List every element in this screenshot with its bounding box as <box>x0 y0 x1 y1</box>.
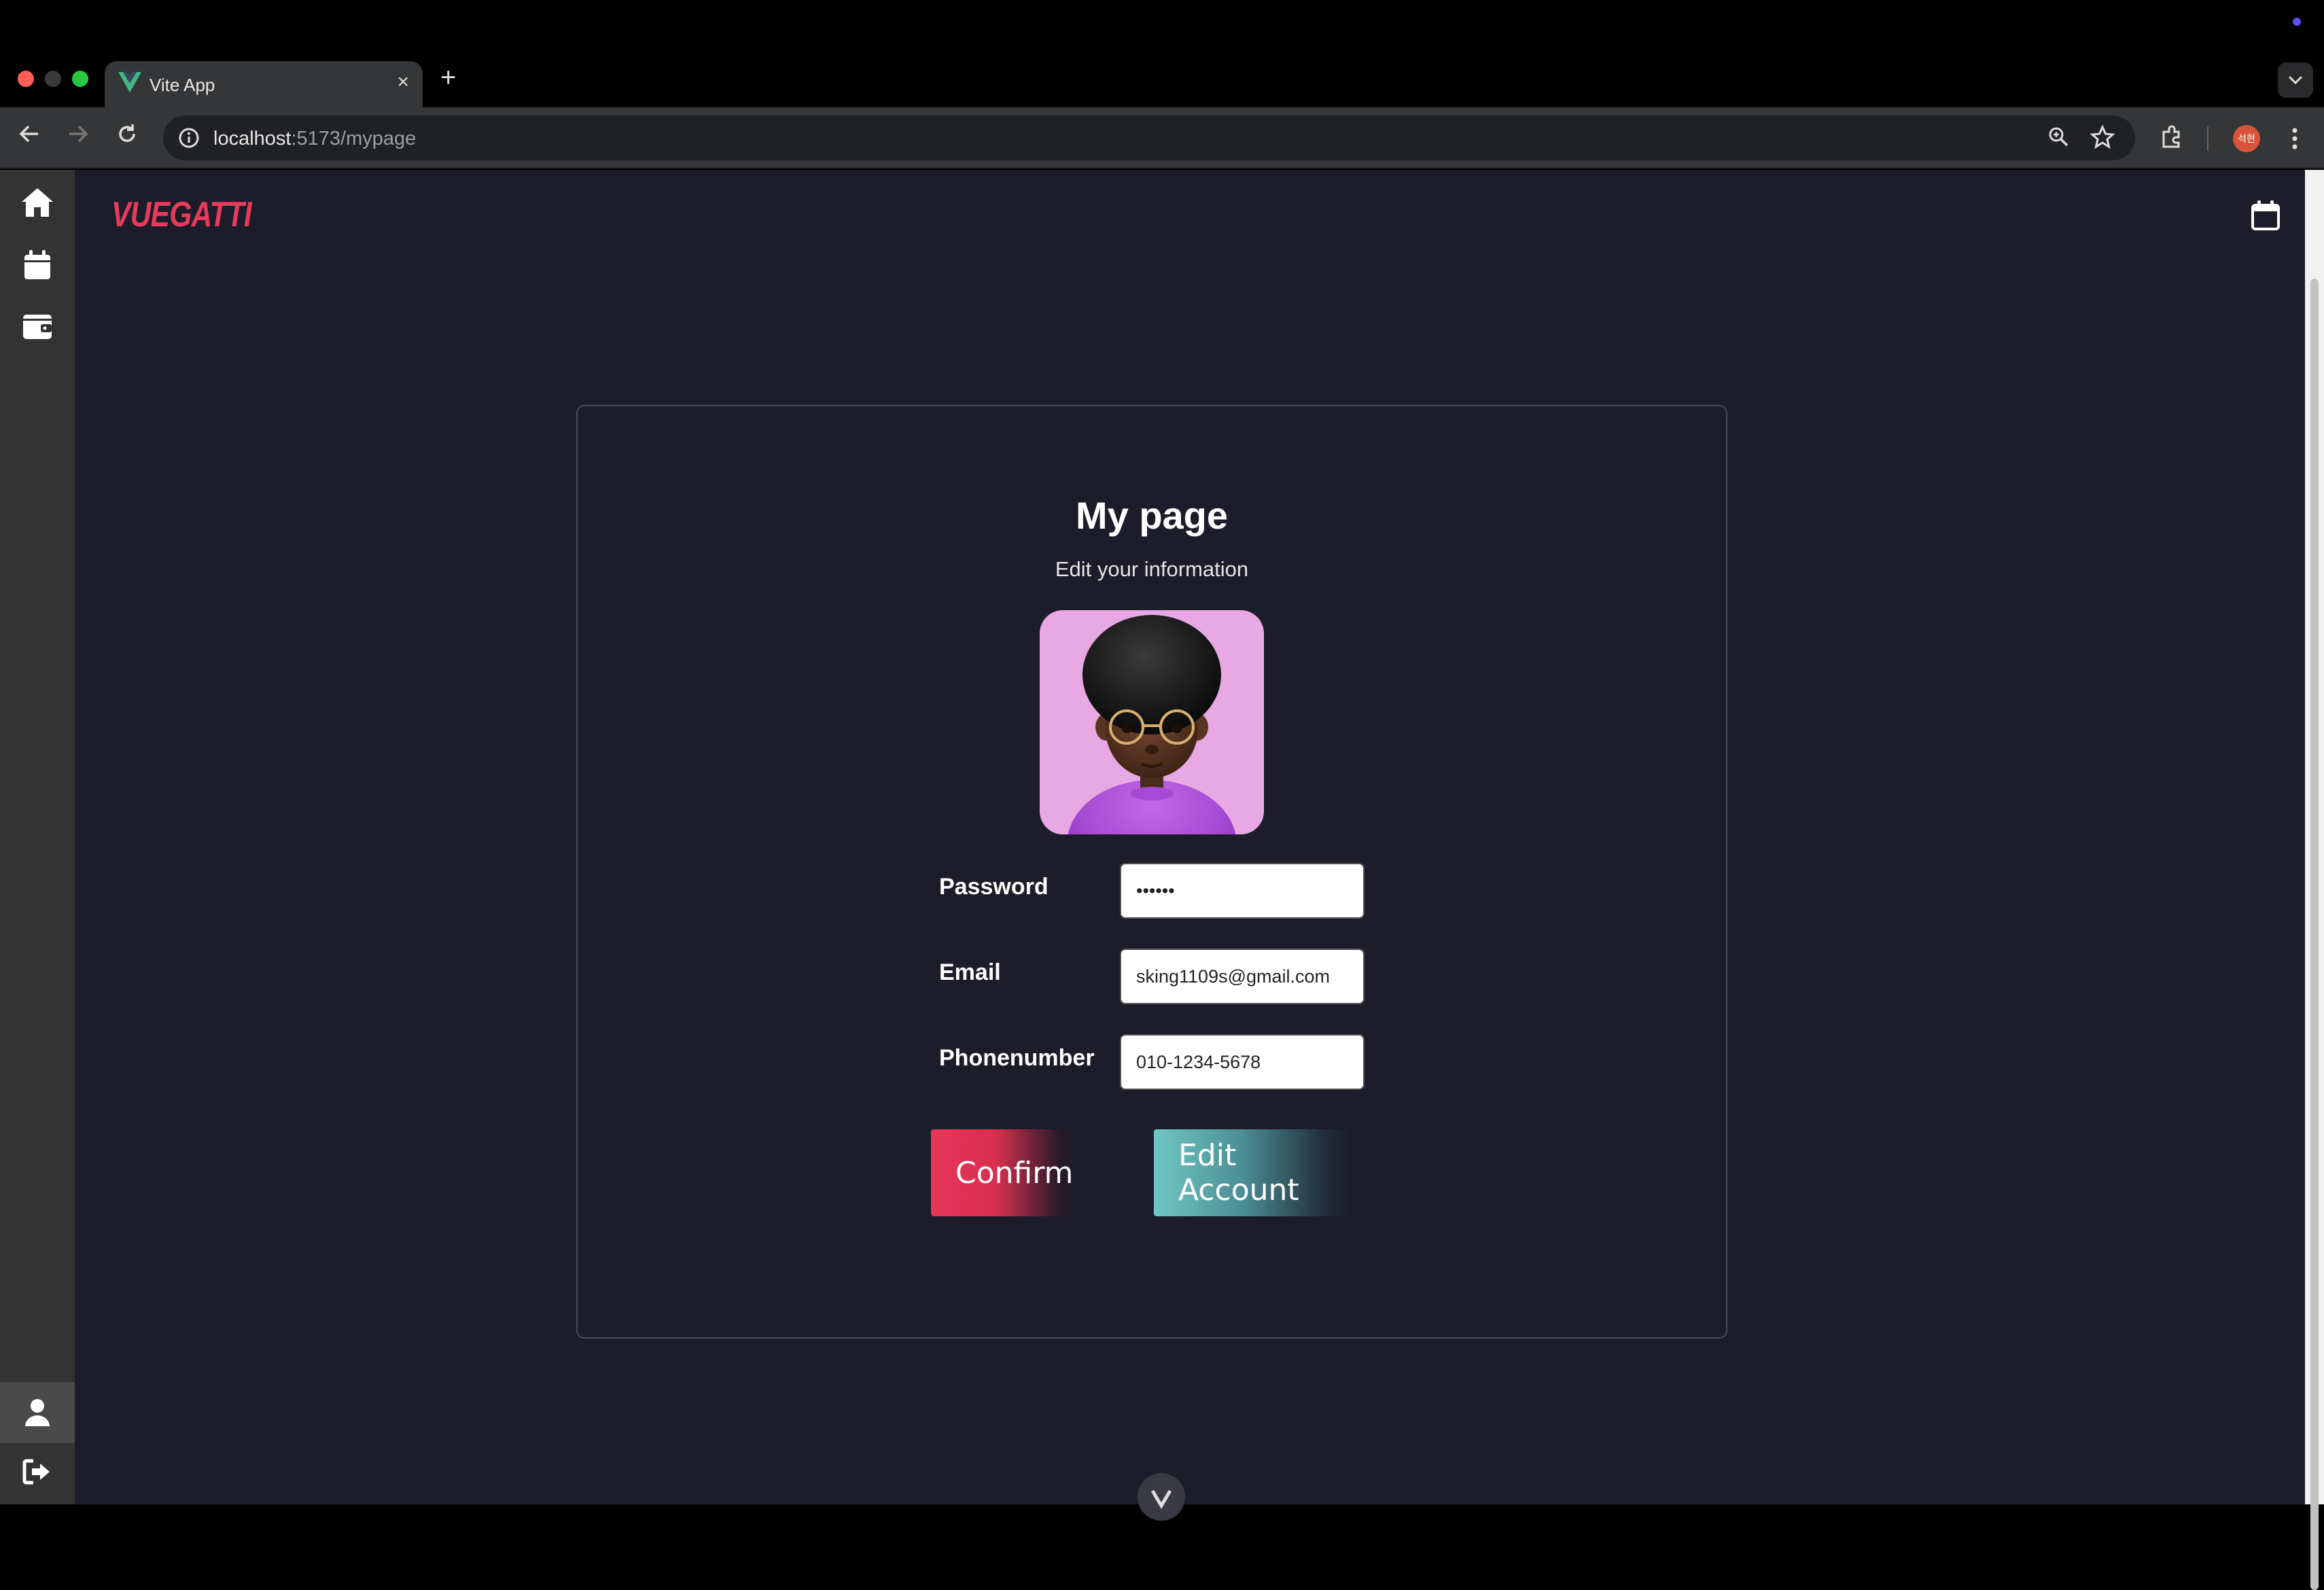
status-dot <box>2293 18 2301 26</box>
arrow-left-icon <box>19 125 38 143</box>
app-logo[interactable]: VUEGATTI <box>111 194 252 235</box>
url-path: :5173/mypage <box>291 128 417 149</box>
reload-icon <box>119 124 135 142</box>
url-host: localhost <box>213 128 292 149</box>
kebab-menu-icon[interactable] <box>2285 125 2305 152</box>
sidebar-item-wallet[interactable] <box>0 299 75 353</box>
password-label: Password <box>939 874 1049 900</box>
sidebar-item-mypage[interactable] <box>0 1382 75 1443</box>
extensions-icon[interactable] <box>2160 125 2184 149</box>
sidebar-item-logout[interactable] <box>0 1445 75 1499</box>
browser-toolbar: localhost:5173/mypage 석현 <box>0 107 2324 169</box>
confirm-button[interactable]: Confirm <box>931 1129 1074 1216</box>
page-title: My page <box>1075 494 1229 537</box>
address-bar[interactable]: localhost:5173/mypage <box>163 116 2135 160</box>
profile-avatar[interactable] <box>1040 610 1264 834</box>
maximize-window-button[interactable] <box>72 71 88 87</box>
wallet-icon <box>23 315 52 339</box>
logout-icon <box>22 1459 50 1485</box>
avatar-illustration <box>1068 615 1236 834</box>
home-icon <box>22 188 53 217</box>
close-window-button[interactable] <box>18 71 34 87</box>
zoom-icon[interactable] <box>2047 125 2070 148</box>
email-field[interactable] <box>1120 949 1365 1004</box>
sidebar-item-home[interactable] <box>0 175 75 230</box>
phone-field[interactable] <box>1120 1034 1365 1090</box>
chevron-down-icon <box>2288 75 2303 85</box>
tab-search-button[interactable] <box>2278 63 2313 98</box>
calendar-icon[interactable] <box>2251 200 2281 231</box>
phone-label: Phonenumber <box>939 1045 1095 1071</box>
mypage-card: My page Edit your information Password •… <box>576 405 1727 1339</box>
calendar-icon <box>24 250 50 279</box>
app-root: VUEGATTI My page Edit your information P… <box>0 170 2324 1590</box>
minimize-window-button[interactable] <box>45 71 61 87</box>
password-field[interactable] <box>1120 863 1365 919</box>
scrollbar-thumb[interactable] <box>2310 279 2319 1590</box>
tab-title: Vite App <box>149 75 215 95</box>
page-scrollbar[interactable] <box>2305 170 2324 1590</box>
new-tab-button[interactable]: + <box>440 63 456 93</box>
bookmark-star-icon[interactable] <box>2090 125 2115 149</box>
back-button[interactable] <box>14 122 45 152</box>
arrow-right-icon <box>69 125 88 143</box>
browser-tab[interactable]: Vite App × <box>105 61 423 107</box>
sidebar-item-calendar[interactable] <box>0 238 75 292</box>
user-icon <box>25 1399 50 1426</box>
site-info-icon <box>179 128 199 148</box>
confirm-button-label: Confirm <box>955 1155 1074 1190</box>
tab-close-button[interactable]: × <box>397 71 409 94</box>
email-label: Email <box>939 959 1001 985</box>
sidebar <box>0 170 75 1504</box>
vue-devtools-button[interactable] <box>1138 1473 1185 1521</box>
profile-avatar-button[interactable]: 석현 <box>2233 125 2260 152</box>
browser-titlebar: Vite App × + <box>0 0 2324 107</box>
forward-button[interactable] <box>63 122 94 152</box>
vue-logo-icon <box>1150 1489 1172 1509</box>
page-subtitle: Edit your information <box>1055 557 1249 581</box>
vue-favicon-icon <box>118 72 141 92</box>
edit-account-button[interactable]: Edit Account <box>1154 1129 1351 1216</box>
url-text: localhost:5173/mypage <box>213 128 416 150</box>
edit-account-button-label: Edit Account <box>1178 1138 1299 1207</box>
toolbar-divider <box>2207 126 2208 151</box>
reload-button[interactable] <box>111 122 143 152</box>
